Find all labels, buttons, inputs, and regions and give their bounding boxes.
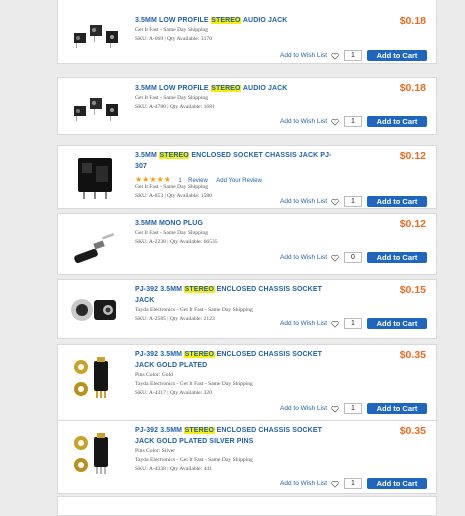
add-to-cart-button[interactable]: Add to Cart: [367, 50, 427, 61]
heart-icon[interactable]: [331, 480, 339, 488]
product-sku: SKU: A-4338 | Qty Available: 441: [135, 465, 212, 472]
product-title[interactable]: PJ-392 3.5MM STEREO ENCLOSED CHASSIS SOC…: [135, 425, 336, 447]
rating-row: ★★★★★ 1 Review Add Your Review: [135, 172, 336, 184]
heart-icon[interactable]: [331, 52, 339, 60]
add-to-wishlist-link[interactable]: Add to Wish List: [280, 480, 327, 487]
add-to-cart-button[interactable]: Add to Cart: [367, 252, 427, 263]
product-sku: SKU: A-2238 | Qty Available: 66535: [135, 238, 218, 245]
quantity-input[interactable]: [344, 478, 362, 489]
quantity-input[interactable]: [344, 403, 362, 414]
add-to-wishlist-link[interactable]: Add to Wish List: [280, 405, 327, 412]
product-sku: SKU: A-4317 | Qty Available: 320: [135, 389, 212, 396]
product-image[interactable]: [64, 222, 124, 270]
product-shipping: Get It Fast - Same Day Shipping: [135, 27, 209, 33]
product-sku: SKU: A-069 | Qty Available: 3170: [135, 35, 212, 42]
quantity-input[interactable]: [344, 196, 362, 207]
product-card: 3.5MM MONO PLUG Get It Fast - Same Day S…: [57, 213, 437, 275]
add-to-wishlist-link[interactable]: Add to Wish List: [280, 118, 327, 125]
product-card: PJ-392 3.5MM STEREO ENCLOSED CHASSIS SOC…: [57, 279, 437, 339]
product-pins-color: Pins Color: Silver: [135, 448, 176, 454]
product-shipping: Tayda Electronics - Get It Fast - Same D…: [135, 307, 253, 313]
product-card: [57, 496, 437, 516]
product-title[interactable]: 3.5MM LOW PROFILE STEREO AUDIO JACK: [135, 83, 336, 94]
product-title[interactable]: 3.5MM STEREO ENCLOSED SOCKET CHASSIS JAC…: [135, 150, 336, 172]
add-to-cart-button[interactable]: Add to Cart: [367, 318, 427, 329]
heart-icon[interactable]: [331, 254, 339, 262]
product-price: $0.12: [399, 218, 426, 230]
product-price: $0.12: [399, 150, 426, 162]
product-shipping: Get It Fast - Same Day Shipping: [135, 230, 209, 236]
product-title[interactable]: 3.5MM LOW PROFILE STEREO AUDIO JACK: [135, 15, 336, 26]
add-to-cart-button[interactable]: Add to Cart: [367, 116, 427, 127]
product-shipping: Get It Fast - Same Day Shipping: [135, 95, 209, 101]
product-pins-color: Pins Color: Gold: [135, 372, 173, 378]
quantity-input[interactable]: [344, 116, 362, 127]
product-price: $0.35: [399, 349, 426, 361]
product-card: 3.5MM LOW PROFILE STEREO AUDIO JACK Get …: [57, 0, 437, 64]
add-to-cart-button[interactable]: Add to Cart: [367, 478, 427, 489]
product-price: $0.35: [399, 425, 426, 437]
add-to-cart-button[interactable]: Add to Cart: [367, 196, 427, 207]
quantity-input[interactable]: [344, 50, 362, 61]
product-card: 3.5MM LOW PROFILE STEREO AUDIO JACK Get …: [57, 77, 437, 135]
product-price: $0.18: [399, 15, 426, 27]
product-title[interactable]: PJ-392 3.5MM STEREO ENCLOSED CHASSIS SOC…: [135, 349, 336, 371]
add-to-wishlist-link[interactable]: Add to Wish List: [280, 254, 327, 261]
product-card: PJ-392 3.5MM STEREO ENCLOSED CHASSIS SOC…: [57, 420, 437, 494]
product-image[interactable]: [64, 13, 124, 61]
add-review-link[interactable]: Add Your Review: [216, 178, 262, 184]
heart-icon[interactable]: [331, 405, 339, 413]
product-title[interactable]: PJ-392 3.5MM STEREO ENCLOSED CHASSIS SOC…: [135, 284, 336, 306]
product-shipping: Tayda Electronics - Get It Fast - Same D…: [135, 456, 253, 463]
product-sku: SKU: A-4780 | Qty Available: 1681: [135, 103, 215, 110]
heart-icon[interactable]: [331, 198, 339, 206]
add-to-cart-button[interactable]: Add to Cart: [367, 403, 427, 414]
product-shipping: Tayda Electronics - Get It Fast - Same D…: [135, 380, 253, 387]
product-image[interactable]: [64, 353, 124, 401]
product-image[interactable]: [64, 286, 124, 334]
product-shipping: Get It Fast - Same Day Shipping: [135, 184, 209, 190]
add-to-wishlist-link[interactable]: Add to Wish List: [280, 52, 327, 59]
heart-icon[interactable]: [331, 118, 339, 126]
product-image[interactable]: [64, 86, 124, 134]
quantity-input[interactable]: [344, 318, 362, 329]
heart-icon[interactable]: [331, 320, 339, 328]
product-price: $0.18: [399, 82, 426, 94]
product-image[interactable]: [64, 154, 124, 202]
product-card: PJ-392 3.5MM STEREO ENCLOSED CHASSIS SOC…: [57, 344, 437, 421]
add-to-wishlist-link[interactable]: Add to Wish List: [280, 320, 327, 327]
product-price: $0.15: [399, 284, 426, 296]
product-card: 3.5MM STEREO ENCLOSED SOCKET CHASSIS JAC…: [57, 145, 437, 209]
product-image[interactable]: [64, 429, 124, 477]
quantity-input[interactable]: [344, 252, 362, 263]
add-to-wishlist-link[interactable]: Add to Wish List: [280, 198, 327, 205]
product-title[interactable]: 3.5MM MONO PLUG: [135, 218, 336, 229]
